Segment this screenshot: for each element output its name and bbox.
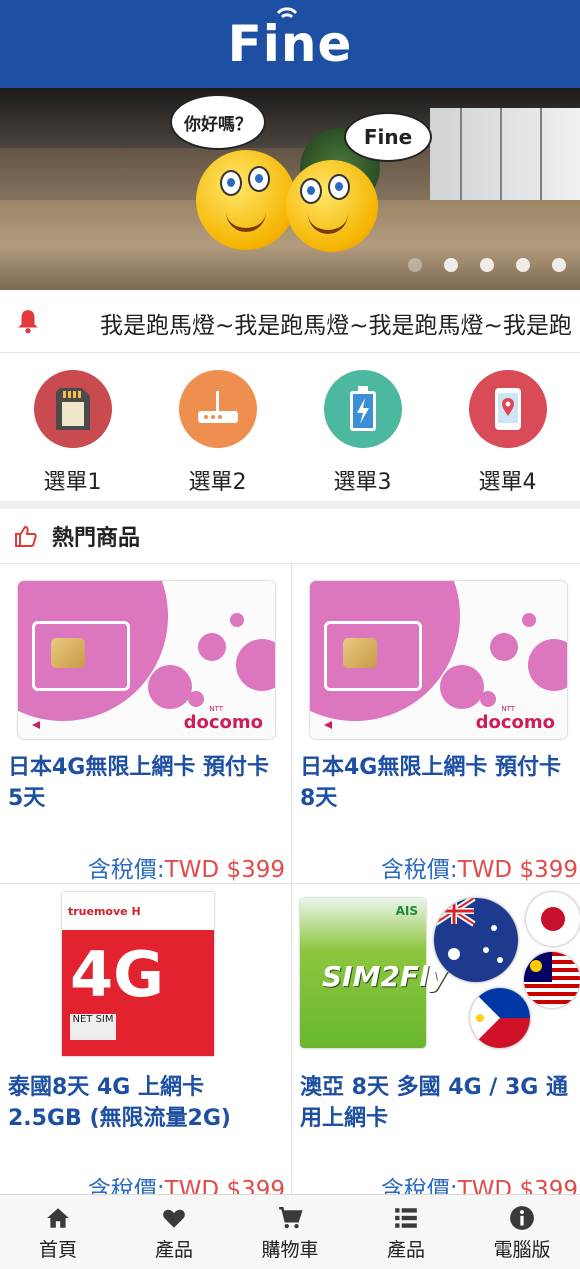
carousel-dot-3[interactable]	[480, 258, 494, 272]
section-title: 熱門商品	[52, 526, 141, 551]
hot-products-header: 熱門商品	[0, 509, 580, 564]
product-name[interactable]: 泰國8天 4G 上網卡 2.5GB (無限流量2G)	[8, 1072, 280, 1134]
price-label: 含稅價:	[380, 857, 458, 883]
tab-label: 首頁	[38, 1239, 77, 1261]
truemove-sim-image[interactable]: truemove H 4G NET SIM	[62, 892, 214, 1056]
carousel-dots	[408, 258, 566, 272]
quick-menu: 選單1 選單2 選單3 選單4	[0, 353, 580, 501]
product-name[interactable]: 日本4G無限上網卡 預付卡 5天	[8, 752, 280, 814]
price-label: 含稅價:	[87, 857, 165, 883]
marquee-text: 我是跑馬燈~我是跑馬燈~我是跑馬燈~我是跑	[100, 313, 572, 339]
battery-charging-icon	[323, 370, 402, 448]
menu-label-4: 選單4	[478, 470, 537, 495]
product-card-1[interactable]: NTT docomo 日本4G無限上網卡 預付卡 5天 含稅價:TWD $399	[0, 564, 292, 884]
malaysia-flag-icon	[524, 952, 580, 1008]
truemove-net-sim-label: NET SIM	[70, 1014, 116, 1040]
map-pin-phone-icon	[468, 370, 547, 448]
speech-bubble-right: Fine	[344, 112, 432, 162]
emoji-face-left	[196, 150, 296, 250]
product-price: 含稅價:TWD $399	[381, 850, 578, 884]
product-card-3[interactable]: truemove H 4G NET SIM 泰國8天 4G 上網卡 2.5GB …	[0, 884, 292, 1204]
fine-logo[interactable]: Fine	[228, 7, 353, 73]
emoji-face-right	[286, 160, 378, 252]
sim2fly-sim-image[interactable]: AIS SIM2Fly	[300, 892, 580, 1052]
docomo-sim-image: NTT docomo	[310, 581, 567, 739]
docomo-brand-label: docomo	[475, 712, 555, 733]
truemove-brand-label: truemove H	[68, 904, 141, 918]
product-card-4[interactable]: AIS SIM2Fly 澳亞 8天 多國 4G / 3G 通用上網卡 含稅價:T…	[292, 884, 580, 1204]
menu-item-1[interactable]: 選單1	[0, 353, 145, 501]
sim2fly-brand-label: SIM2Fly	[322, 960, 447, 993]
bell-icon	[18, 310, 38, 334]
speech-bubble-right-text: Fine	[363, 125, 413, 149]
menu-label-3: 選單3	[333, 470, 392, 495]
speech-bubble-left-text: 你好嗎？	[184, 114, 252, 135]
philippines-flag-icon	[470, 988, 530, 1048]
menu-label-1: 選單1	[43, 470, 102, 495]
menu-item-3[interactable]: 選單3	[290, 353, 435, 501]
carousel-dot-5[interactable]	[552, 258, 566, 272]
tab-product-list[interactable]: 產品	[348, 1195, 464, 1269]
price-value: TWD $399	[164, 857, 285, 883]
wifi-icon	[276, 7, 297, 19]
product-image-1[interactable]: NTT docomo	[18, 581, 275, 739]
product-image-2[interactable]: NTT docomo	[310, 581, 567, 739]
tab-label: 產品	[154, 1239, 193, 1261]
speech-bubble-left: 你好嗎？	[170, 94, 266, 150]
home-icon	[47, 1208, 69, 1228]
price-value: TWD $399	[457, 857, 578, 883]
list-icon	[395, 1208, 417, 1228]
tab-label: 電腦版	[493, 1239, 551, 1261]
docomo-sim-image: NTT docomo	[18, 581, 275, 739]
tab-label: 產品	[386, 1239, 425, 1261]
menu-item-2[interactable]: 選單2	[145, 353, 290, 501]
bottom-tab-bar: 首頁 產品 購物車 產品 電腦版	[0, 1194, 580, 1269]
hero-banner[interactable]: 你好嗎？ Fine	[0, 88, 580, 290]
carousel-dot-1[interactable]	[408, 258, 422, 272]
ais-badge: AIS	[395, 904, 418, 918]
app-header: Fine	[0, 0, 580, 88]
cart-icon	[279, 1206, 303, 1229]
tab-desktop-version[interactable]: 電腦版	[464, 1195, 580, 1269]
heart-icon	[163, 1209, 185, 1228]
product-price: 含稅價:TWD $399	[88, 850, 285, 884]
tab-products[interactable]: 產品	[116, 1195, 232, 1269]
product-card-2[interactable]: NTT docomo 日本4G無限上網卡 預付卡 8天 含稅價:TWD $399	[292, 564, 580, 884]
sd-card-icon	[33, 370, 112, 448]
carousel-dot-4[interactable]	[516, 258, 530, 272]
australia-flag-icon	[434, 898, 518, 982]
truemove-4g-label: 4G	[70, 938, 165, 1011]
router-icon	[178, 370, 257, 448]
announcement-marquee: 我是跑馬燈~我是跑馬燈~我是跑馬燈~我是跑	[0, 290, 580, 353]
tab-label: 購物車	[261, 1239, 319, 1261]
thumbs-up-icon	[15, 525, 37, 547]
section-divider	[0, 501, 580, 509]
menu-item-4[interactable]: 選單4	[435, 353, 580, 501]
japan-flag-icon	[526, 892, 580, 946]
docomo-brand-label: docomo	[183, 712, 263, 733]
product-name[interactable]: 日本4G無限上網卡 預付卡 8天	[300, 752, 572, 814]
carousel-dot-2[interactable]	[444, 258, 458, 272]
menu-label-2: 選單2	[188, 470, 247, 495]
product-name[interactable]: 澳亞 8天 多國 4G / 3G 通用上網卡	[300, 1072, 572, 1134]
info-icon	[510, 1206, 534, 1230]
tab-home[interactable]: 首頁	[0, 1195, 116, 1269]
tab-cart[interactable]: 購物車	[232, 1195, 348, 1269]
